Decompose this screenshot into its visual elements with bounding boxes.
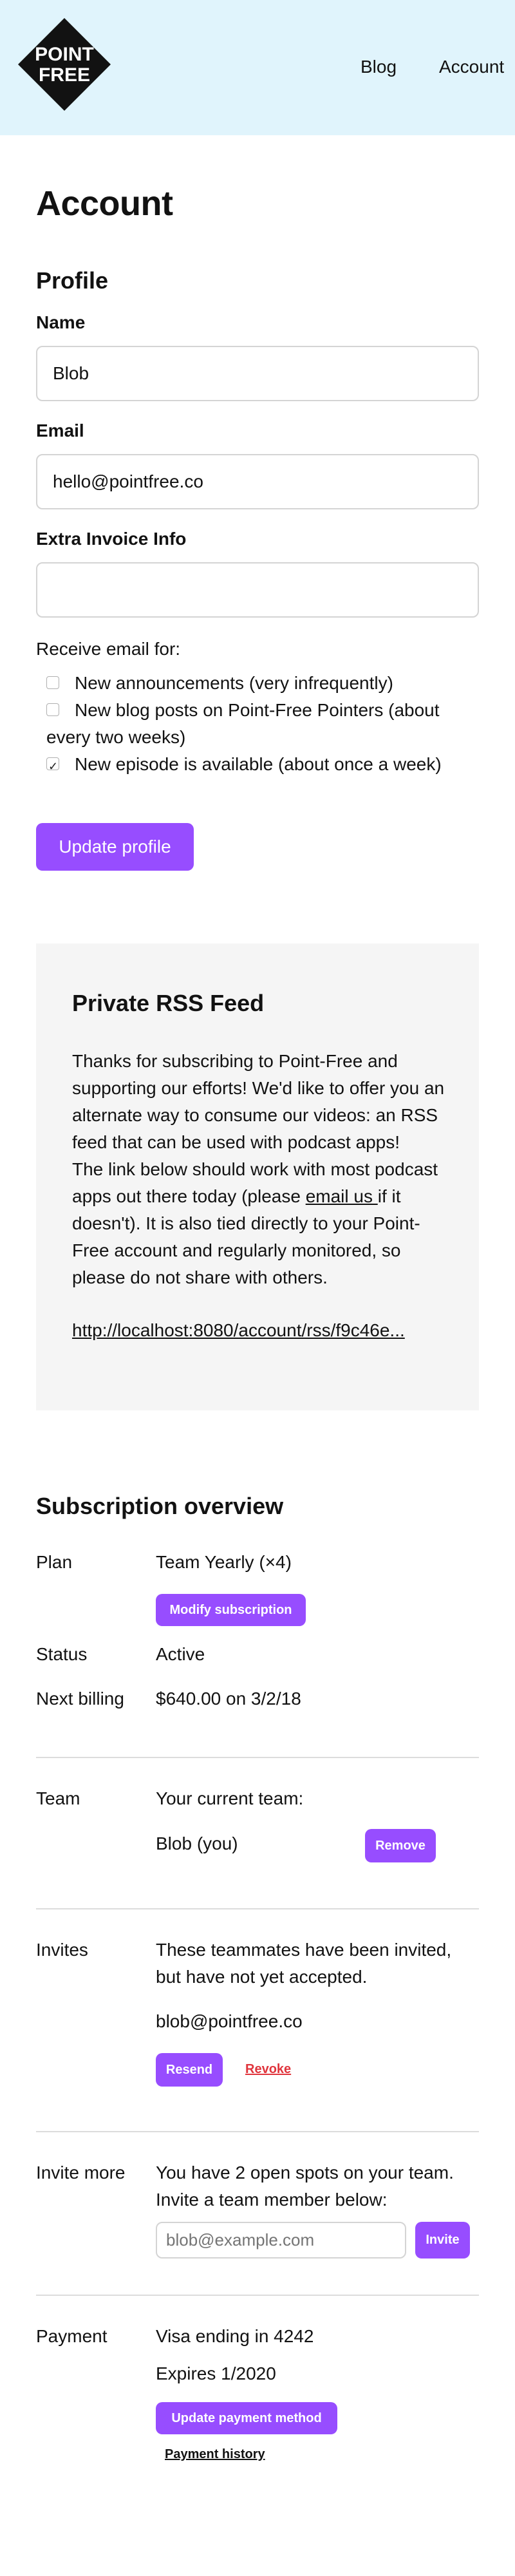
- name-label: Name: [36, 312, 86, 332]
- update-profile-button[interactable]: Update profile: [36, 823, 194, 871]
- email-us-link[interactable]: email us: [306, 1186, 378, 1206]
- rss-usage-text: The link below should work with most pod…: [72, 1156, 452, 1291]
- option-new-episode[interactable]: New episode is available (about once a w…: [46, 751, 484, 780]
- plan-value: Team Yearly (×4): [156, 1552, 292, 1572]
- option-announcements[interactable]: New announcements (very infrequently): [46, 670, 484, 697]
- next-billing-label: Next billing: [36, 1689, 124, 1709]
- team-member-name: Blob (you): [156, 1833, 238, 1853]
- site-header: POINT FREE Blog Account: [0, 0, 515, 135]
- invites-label: Invites: [36, 1940, 88, 1960]
- point-free-logo[interactable]: POINT FREE: [18, 18, 111, 111]
- plan-label: Plan: [36, 1552, 73, 1572]
- receive-email-label: Receive email for:: [36, 639, 181, 659]
- modify-subscription-button[interactable]: Modify subscription: [156, 1594, 306, 1626]
- checkbox-announcements[interactable]: [46, 676, 59, 689]
- profile-heading: Profile: [36, 267, 109, 294]
- revoke-invite-link[interactable]: Revoke: [245, 2062, 291, 2077]
- logo-diamond-icon: POINT FREE: [18, 18, 111, 111]
- page-title: Account: [36, 184, 173, 223]
- invited-email: blob@pointfree.co: [156, 2011, 303, 2031]
- name-field[interactable]: [36, 346, 479, 401]
- email-field[interactable]: [36, 454, 479, 509]
- divider: [36, 2131, 479, 2132]
- option-label: New blog posts on Point-Free Pointers (a…: [46, 700, 440, 747]
- status-label: Status: [36, 1644, 88, 1664]
- divider: [36, 2295, 479, 2296]
- nav-blog-link[interactable]: Blog: [360, 57, 397, 77]
- option-label: New episode is available (about once a w…: [75, 754, 442, 774]
- option-label: New announcements (very infrequently): [75, 673, 393, 693]
- divider: [36, 1908, 479, 1909]
- svg-text:POINT: POINT: [35, 44, 94, 65]
- team-intro: Your current team:: [156, 1788, 304, 1808]
- status-value: Active: [156, 1644, 205, 1664]
- update-payment-method-button[interactable]: Update payment method: [156, 2402, 337, 2434]
- nav-account-link[interactable]: Account: [439, 57, 504, 77]
- divider: [36, 1757, 479, 1758]
- rss-panel: Private RSS Feed Thanks for subscribing …: [36, 943, 479, 1410]
- rss-feed-row: http://localhost:8080/account/rss/f9c46e…: [72, 1317, 452, 1344]
- payment-history-link[interactable]: Payment history: [165, 2447, 265, 2462]
- resend-invite-button[interactable]: Resend: [156, 2053, 223, 2087]
- invite-more-intro: You have 2 open spots on your team. Invi…: [156, 2163, 454, 2210]
- invite-more-label: Invite more: [36, 2163, 126, 2183]
- invite-email-input[interactable]: [156, 2222, 406, 2259]
- invoice-textarea[interactable]: [36, 562, 479, 618]
- email-label: Email: [36, 421, 84, 440]
- subscription-heading: Subscription overview: [36, 1493, 284, 1519]
- top-nav: Blog Account: [348, 57, 515, 80]
- invoice-label: Extra Invoice Info: [36, 529, 187, 549]
- team-label: Team: [36, 1788, 80, 1808]
- rss-feed-link[interactable]: http://localhost:8080/account/rss/f9c46e…: [72, 1320, 405, 1340]
- invites-intro: These teammates have been invited, but h…: [156, 1940, 452, 1987]
- rss-intro-text: Thanks for subscribing to Point-Free and…: [72, 1051, 445, 1152]
- payment-label: Payment: [36, 2326, 108, 2346]
- svg-text:FREE: FREE: [39, 64, 90, 86]
- next-billing-value: $640.00 on 3/2/18: [156, 1689, 301, 1709]
- option-blog-posts[interactable]: New blog posts on Point-Free Pointers (a…: [46, 697, 484, 751]
- remove-member-button[interactable]: Remove: [365, 1829, 436, 1862]
- checkbox-new-episode[interactable]: [46, 753, 59, 780]
- card-expiry: Expires 1/2020: [156, 2363, 276, 2383]
- checkbox-blog-posts[interactable]: [46, 703, 59, 716]
- card-info: Visa ending in 4242: [156, 2326, 314, 2346]
- invite-button[interactable]: Invite: [415, 2222, 470, 2259]
- rss-heading: Private RSS Feed: [72, 990, 265, 1016]
